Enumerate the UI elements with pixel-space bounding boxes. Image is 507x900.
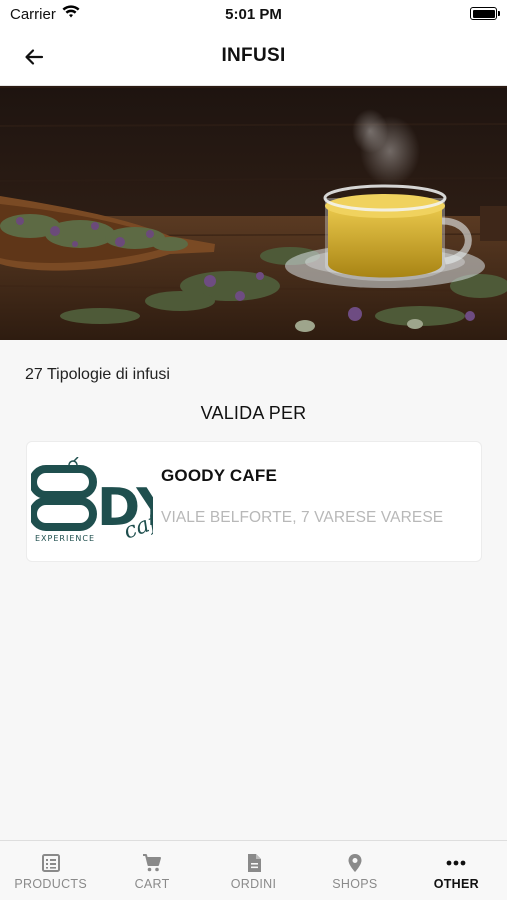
herbal-tea-illustration: [0, 86, 507, 340]
infusions-count: 27 Tipologie di infusi: [25, 366, 170, 383]
tab-label: CART: [134, 877, 170, 891]
tab-label: PRODUCTS: [14, 877, 87, 891]
valid-for-title: VALIDA PER: [200, 403, 307, 423]
nav-bar: INFUSI: [0, 28, 507, 86]
tab-other[interactable]: OTHER: [406, 841, 507, 900]
cart-icon: [143, 854, 162, 872]
tab-label: SHOPS: [332, 877, 378, 891]
tab-cart[interactable]: CART: [101, 841, 202, 900]
hero-image: [0, 86, 507, 340]
tab-label: ORDINI: [230, 877, 277, 891]
tab-ordini[interactable]: ORDINI: [203, 841, 304, 900]
status-bar: Carrier 5:01 PM: [0, 0, 507, 28]
shop-card[interactable]: DY caf EXPERIENCE GOODY CAFE VIALE BELFO…: [26, 441, 482, 562]
document-icon: [247, 854, 261, 872]
shop-logo: DY caf EXPERIENCE: [31, 457, 153, 545]
tab-products[interactable]: PRODUCTS: [0, 841, 101, 900]
page-title: INFUSI: [221, 45, 286, 66]
battery-icon: [470, 7, 500, 20]
more-dots-icon: [446, 860, 466, 866]
map-pin-icon: [348, 854, 362, 872]
shop-name: GOODY CAFE: [161, 466, 277, 485]
tab-label: OTHER: [433, 877, 479, 891]
shop-address: VIALE BELFORTE, 7 VARESE VARESE: [161, 509, 444, 526]
clock: 5:01 PM: [225, 6, 282, 23]
tab-bar: PRODUCTS CART ORDINI SHOPS OTHER: [0, 840, 507, 900]
list-icon: [41, 854, 60, 872]
tab-shops[interactable]: SHOPS: [304, 841, 405, 900]
logo-tagline: EXPERIENCE: [35, 534, 95, 543]
